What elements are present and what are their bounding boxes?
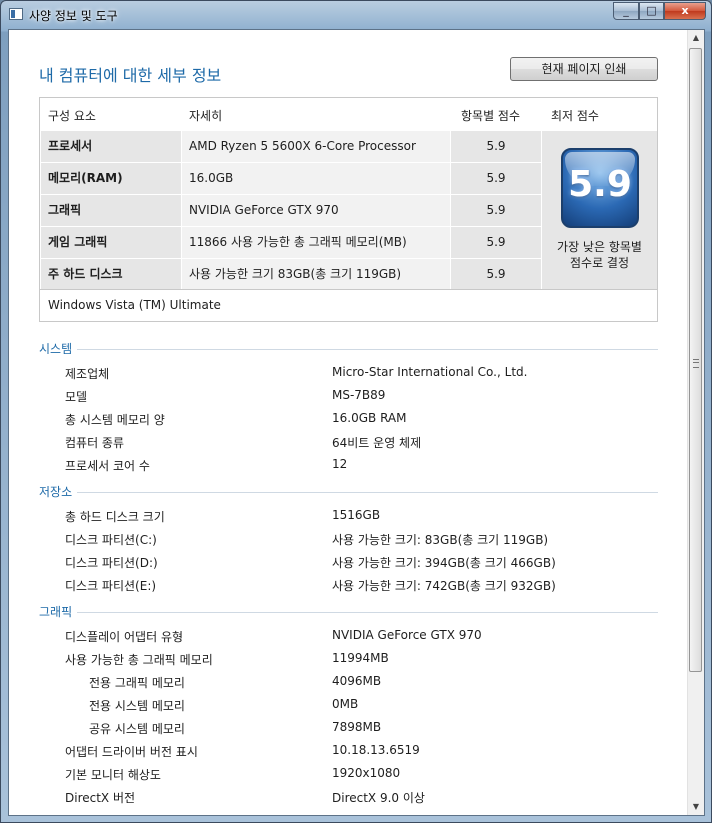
spec-label-driver-version: 어댑터 드라이버 버전 표시 bbox=[65, 745, 198, 759]
spec-label-dedicated-system-memory: 전용 시스템 메모리 bbox=[89, 699, 185, 713]
row-detail-gaming-graphics: 11866 사용 가능한 총 그래픽 메모리(MB) bbox=[182, 227, 450, 258]
spec-value-manufacturer: Micro-Star International Co., Ltd. bbox=[332, 365, 528, 379]
spec-value-driver-version: 10.18.13.6519 bbox=[332, 743, 420, 757]
window: 사양 정보 및 도구 _ □ x 내 컴퓨터에 대한 세부 정보 현재 페이지 … bbox=[0, 0, 712, 823]
spec-value-partition-d: 사용 가능한 크기: 394GB(총 크기 466GB) bbox=[332, 556, 556, 570]
os-edition: Windows Vista (TM) Ultimate bbox=[40, 289, 657, 321]
score-table: 구성 요소 자세히 항목별 점수 최저 점수 프로세서 AMD Ryzen 5 … bbox=[39, 97, 658, 322]
base-score-value: 5.9 bbox=[568, 164, 632, 205]
base-score-cell: 5.9 가장 낮은 항목별 점수로 결정 bbox=[542, 131, 657, 290]
spec-value-system-type: 64비트 운영 체제 bbox=[332, 436, 422, 450]
spec-label-manufacturer: 제조업체 bbox=[65, 367, 110, 381]
scroll-up-arrow-icon[interactable]: ▲ bbox=[688, 30, 704, 46]
spec-label-display-adapter: 디스플레이 어댑터 유형 bbox=[65, 630, 184, 644]
spec-value-partition-c: 사용 가능한 크기: 83GB(총 크기 119GB) bbox=[332, 533, 549, 547]
base-score-note-line2: 점수로 결정 bbox=[569, 256, 629, 270]
section-heading-system: 시스템 bbox=[39, 342, 73, 356]
spec-value-display-adapter: NVIDIA GeForce GTX 970 bbox=[332, 628, 482, 642]
scrollbar-grip-icon bbox=[693, 359, 699, 368]
spec-label-directx-version: DirectX 버전 bbox=[65, 791, 136, 805]
row-score-processor: 5.9 bbox=[451, 131, 541, 162]
row-label-primary-hard-disk: 주 하드 디스크 bbox=[41, 259, 181, 290]
row-score-graphics: 5.9 bbox=[451, 195, 541, 226]
row-label-memory: 메모리(RAM) bbox=[41, 163, 181, 194]
spec-label-total-graphics-memory: 사용 가능한 총 그래픽 메모리 bbox=[65, 653, 213, 667]
row-label-processor: 프로세서 bbox=[41, 131, 181, 162]
spec-label-processor-cores: 프로세서 코어 수 bbox=[65, 459, 150, 473]
spec-label-partition-c: 디스크 파티션(C:) bbox=[65, 533, 157, 547]
spec-label-partition-d: 디스크 파티션(D:) bbox=[65, 556, 158, 570]
page-title: 내 컴퓨터에 대한 세부 정보 bbox=[39, 66, 222, 85]
row-score-primary-hard-disk: 5.9 bbox=[451, 259, 541, 290]
row-detail-processor: AMD Ryzen 5 5600X 6-Core Processor bbox=[182, 131, 450, 162]
spec-value-model: MS-7B89 bbox=[332, 388, 386, 402]
base-score-note: 가장 낮은 항목별 점수로 결정 bbox=[542, 239, 657, 271]
section-heading-storage: 저장소 bbox=[39, 485, 73, 499]
close-button[interactable]: x bbox=[664, 2, 706, 20]
spec-label-partition-e: 디스크 파티션(E:) bbox=[65, 579, 157, 593]
print-page-button[interactable]: 현재 페이지 인쇄 bbox=[510, 57, 658, 81]
row-label-gaming-graphics: 게임 그래픽 bbox=[41, 227, 181, 258]
column-header-details: 자세히 bbox=[189, 109, 223, 123]
spec-value-total-graphics-memory: 11994MB bbox=[332, 651, 389, 665]
base-score-badge: 5.9 bbox=[561, 148, 639, 228]
spec-label-total-disk: 총 하드 디스크 크기 bbox=[65, 510, 165, 524]
row-detail-primary-hard-disk: 사용 가능한 크기 83GB(총 크기 119GB) bbox=[182, 259, 450, 290]
spec-value-shared-system-memory: 7898MB bbox=[332, 720, 382, 734]
spec-value-processor-cores: 12 bbox=[332, 457, 348, 471]
spec-value-partition-e: 사용 가능한 크기: 742GB(총 크기 932GB) bbox=[332, 579, 556, 593]
column-header-subscore: 항목별 점수 bbox=[461, 109, 521, 123]
base-score-note-line1: 가장 낮은 항목별 bbox=[557, 240, 642, 254]
spec-label-monitor-resolution: 기본 모니터 해상도 bbox=[65, 768, 161, 782]
row-detail-memory: 16.0GB bbox=[182, 163, 450, 194]
section-divider bbox=[77, 492, 658, 493]
spec-label-dedicated-graphics-memory: 전용 그래픽 메모리 bbox=[89, 676, 185, 690]
content-area: 내 컴퓨터에 대한 세부 정보 현재 페이지 인쇄 구성 요소 자세히 항목별 … bbox=[8, 29, 705, 816]
row-score-memory: 5.9 bbox=[451, 163, 541, 194]
scrollbar-thumb[interactable] bbox=[689, 48, 702, 672]
app-icon bbox=[9, 8, 23, 20]
spec-value-total-disk: 1516GB bbox=[332, 508, 381, 522]
spec-value-dedicated-system-memory: 0MB bbox=[332, 697, 359, 711]
row-label-graphics: 그래픽 bbox=[41, 195, 181, 226]
minimize-button[interactable]: _ bbox=[613, 2, 639, 20]
row-score-gaming-graphics: 5.9 bbox=[451, 227, 541, 258]
column-header-component: 구성 요소 bbox=[48, 109, 96, 123]
spec-value-total-memory: 16.0GB RAM bbox=[332, 411, 407, 425]
vertical-scrollbar[interactable]: ▲ ▼ bbox=[687, 30, 704, 815]
spec-label-total-memory: 총 시스템 메모리 양 bbox=[65, 413, 165, 427]
spec-label-shared-system-memory: 공유 시스템 메모리 bbox=[89, 722, 185, 736]
spec-value-monitor-resolution: 1920x1080 bbox=[332, 766, 401, 780]
spec-label-system-type: 컴퓨터 종류 bbox=[65, 436, 125, 450]
spec-value-directx-version: DirectX 9.0 이상 bbox=[332, 791, 425, 805]
title-bar[interactable]: 사양 정보 및 도구 _ □ x bbox=[1, 1, 711, 28]
section-divider bbox=[77, 612, 658, 613]
row-detail-graphics: NVIDIA GeForce GTX 970 bbox=[182, 195, 450, 226]
spec-label-model: 모델 bbox=[65, 390, 88, 404]
spec-value-dedicated-graphics-memory: 4096MB bbox=[332, 674, 382, 688]
maximize-button[interactable]: □ bbox=[639, 2, 664, 20]
section-heading-graphics: 그래픽 bbox=[39, 605, 73, 619]
section-divider bbox=[77, 349, 658, 350]
column-header-base-score: 최저 점수 bbox=[551, 109, 599, 123]
window-title: 사양 정보 및 도구 bbox=[29, 9, 118, 23]
scroll-down-arrow-icon[interactable]: ▼ bbox=[688, 799, 704, 815]
